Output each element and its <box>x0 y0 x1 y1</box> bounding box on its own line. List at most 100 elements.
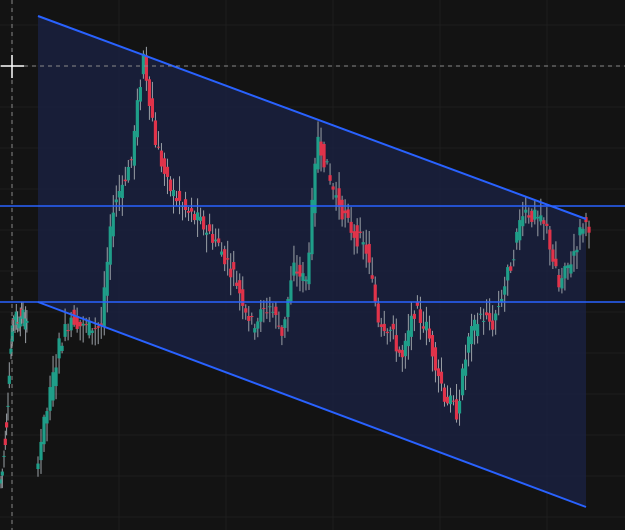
candle-body <box>271 311 275 313</box>
candle-body <box>524 209 528 213</box>
candle-body <box>494 313 498 321</box>
candle-body <box>45 411 49 424</box>
candle-body <box>235 282 239 286</box>
candle-body <box>5 422 9 428</box>
candle-body <box>90 330 94 333</box>
candle-body <box>250 315 254 318</box>
candle-body <box>385 331 389 334</box>
candle-body <box>144 55 148 81</box>
candle-body <box>168 179 173 192</box>
candle-body <box>208 224 212 232</box>
candle-body <box>292 262 296 276</box>
candle-body <box>506 267 510 281</box>
candle-body <box>129 159 133 161</box>
candle-body <box>343 210 347 214</box>
candle-body <box>397 349 401 353</box>
candle-body <box>120 184 124 199</box>
candle-body <box>545 223 549 226</box>
candle-body <box>205 232 209 235</box>
candle-body <box>421 326 426 329</box>
candle-body <box>211 234 215 243</box>
candle-body <box>135 100 139 138</box>
candle-body <box>126 167 130 181</box>
candle-body <box>497 306 501 308</box>
candle-body <box>337 188 341 208</box>
candle-body <box>418 309 422 323</box>
candle-body <box>7 375 11 384</box>
candle-body <box>183 199 188 211</box>
candle-body <box>530 210 534 222</box>
candle-body <box>509 266 513 271</box>
candle-body <box>241 289 245 306</box>
candle-body <box>217 238 221 243</box>
candle-body <box>156 146 161 148</box>
candle-body <box>451 400 456 402</box>
candle-body <box>322 143 326 168</box>
candle-body <box>479 313 483 315</box>
chart-pane[interactable] <box>0 0 625 530</box>
candle-body <box>554 258 558 267</box>
candle-body <box>542 220 546 224</box>
candle-body <box>60 345 64 351</box>
candle-body <box>551 249 555 262</box>
candle-body <box>325 161 329 163</box>
candle-body <box>198 216 203 221</box>
candle-body <box>548 229 552 250</box>
candle-body <box>476 324 480 337</box>
candle-body <box>472 319 477 331</box>
candle-body <box>244 308 248 313</box>
candle-body <box>539 215 543 222</box>
candle-body <box>259 309 263 322</box>
candle-body <box>81 323 85 326</box>
candle-body <box>268 306 272 308</box>
candle-body <box>186 210 191 213</box>
candle-body <box>262 307 266 309</box>
candle-body <box>87 320 91 336</box>
candle-body <box>442 387 447 402</box>
candle-body <box>527 215 531 218</box>
candle-body <box>310 199 314 255</box>
candle-body <box>454 399 459 420</box>
candle-body <box>93 328 97 330</box>
candle-body <box>247 315 251 321</box>
candle-body <box>406 330 410 347</box>
candle-body <box>316 136 320 170</box>
candle-body <box>54 367 58 387</box>
candle-body <box>575 249 579 253</box>
candle-body <box>358 231 362 233</box>
candle-body <box>373 284 377 303</box>
candle-body <box>587 226 591 233</box>
candle-body <box>346 209 350 218</box>
candle-body <box>382 323 386 332</box>
candle-body <box>349 221 353 233</box>
candle-body <box>355 225 359 247</box>
candle-body <box>195 212 200 221</box>
candle-body <box>229 268 233 278</box>
candle-body <box>295 271 299 274</box>
candle-body <box>491 320 495 330</box>
candle-body <box>485 312 489 316</box>
candle-body <box>36 463 40 470</box>
candle-body <box>469 326 474 345</box>
candle-body <box>150 98 155 118</box>
candle-body <box>433 347 438 371</box>
candle-body <box>78 321 82 327</box>
candle-body <box>6 405 10 407</box>
candle-body <box>364 244 368 254</box>
candle-body <box>111 212 115 237</box>
candle-body <box>69 317 73 331</box>
candle-body <box>174 198 179 202</box>
candle-body <box>488 313 492 322</box>
candle-body <box>439 371 444 384</box>
price-chart[interactable] <box>0 0 625 530</box>
candle-body <box>165 166 170 177</box>
candle-body <box>560 278 564 289</box>
candle-body <box>274 306 278 316</box>
candle-body <box>25 320 29 323</box>
candle-body <box>42 416 46 445</box>
candle-body <box>171 189 176 197</box>
candle-body <box>319 141 323 156</box>
candle-body <box>177 190 182 201</box>
candle-body <box>162 158 167 174</box>
candle-body <box>503 286 507 295</box>
